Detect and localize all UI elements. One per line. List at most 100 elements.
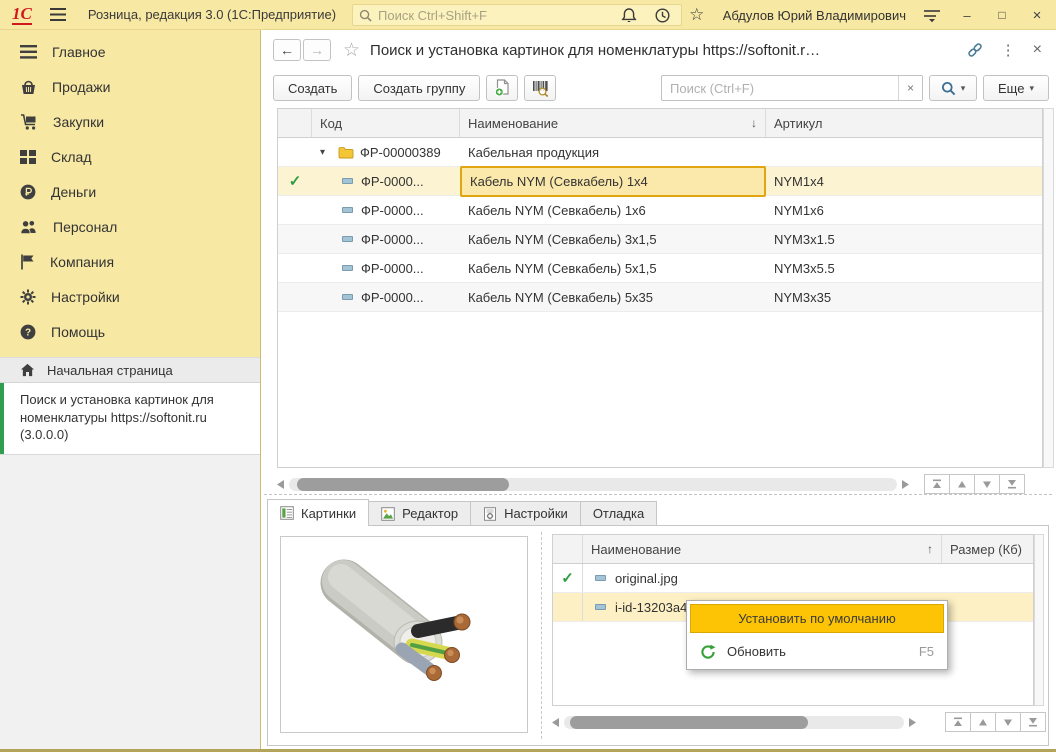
catalog-horizontal-scrollbar[interactable] <box>277 474 1043 494</box>
maximize-button[interactable]: □ <box>993 8 1011 22</box>
name-column-header[interactable]: Наименование ↓ <box>460 109 766 137</box>
name-column-header[interactable]: Наименование ↑ <box>583 535 941 563</box>
favorites-star-icon[interactable]: ☆ <box>688 5 706 25</box>
go-first-button[interactable] <box>945 712 971 732</box>
go-down-button[interactable] <box>974 474 1000 494</box>
list-search-field[interactable]: × <box>661 75 923 101</box>
history-icon[interactable] <box>654 7 671 24</box>
current-user[interactable]: Абдулов Юрий Владимирович <box>723 8 906 23</box>
vertical-splitter[interactable] <box>541 532 542 739</box>
menu-icon <box>20 45 37 59</box>
back-button[interactable]: ← <box>273 39 301 61</box>
check-icon: ✓ <box>561 571 574 586</box>
open-window-item[interactable]: Поиск и установка картинок для номенклат… <box>0 383 260 454</box>
scroll-right-icon[interactable] <box>902 480 909 489</box>
tab-debug[interactable]: Отладка <box>580 501 657 526</box>
close-form-button[interactable]: × <box>1033 41 1042 59</box>
item-icon <box>342 178 353 184</box>
scroll-left-icon[interactable] <box>552 718 559 727</box>
refresh-icon <box>700 644 716 660</box>
sidebar-item-sklad[interactable]: Склад <box>0 139 260 174</box>
code-column-header[interactable]: Код <box>312 109 460 137</box>
sort-desc-icon: ↓ <box>751 116 757 130</box>
create-group-button[interactable]: Создать группу <box>358 75 480 101</box>
sidebar-item-kompaniya[interactable]: Компания <box>0 244 260 279</box>
add-file-button[interactable] <box>486 75 518 101</box>
images-table-header: Наименование ↑ Размер (Кб) <box>553 535 1033 564</box>
scroll-left-icon[interactable] <box>277 480 284 489</box>
catalog-row[interactable]: ФР-0000... Кабель NYM (Севкабель) 5x35 N… <box>278 283 1042 312</box>
create-button[interactable]: Создать <box>273 75 352 101</box>
scrollbar-track[interactable] <box>289 478 897 491</box>
catalog-group-row[interactable]: ▾ ФР-00000389 Кабельная продукция <box>278 138 1042 167</box>
caret-down-icon: ▾ <box>1029 83 1034 94</box>
go-down-button[interactable] <box>995 712 1021 732</box>
sidebar-item-prodazhi[interactable]: Продажи <box>0 69 260 104</box>
tab-settings[interactable]: Настройки <box>470 501 581 526</box>
folder-icon <box>338 146 354 159</box>
sidebar-item-dengi[interactable]: Деньги <box>0 174 260 209</box>
size-column-header[interactable]: Размер (Кб) <box>941 535 1033 563</box>
clear-search-button[interactable]: × <box>898 76 922 100</box>
main-menu-icon[interactable] <box>50 8 66 21</box>
menu-item-refresh[interactable]: Обновить F5 <box>690 637 944 666</box>
minimize-button[interactable]: – <box>958 8 976 23</box>
catalog-vertical-scrollbar[interactable] <box>1043 108 1054 468</box>
go-up-button[interactable] <box>949 474 975 494</box>
status-column-header[interactable] <box>278 109 312 137</box>
scrollbar-track[interactable] <box>564 716 904 729</box>
section-menu: Главное Продажи Закупки Склад Деньги Пер… <box>0 30 260 357</box>
catalog-row[interactable]: ФР-0000... Кабель NYM (Севкабель) 3x1,5 … <box>278 225 1042 254</box>
catalog-row[interactable]: ФР-0000... Кабель NYM (Севкабель) 5x1,5 … <box>278 254 1042 283</box>
search-icon <box>941 81 956 96</box>
more-button[interactable]: Еще ▾ <box>983 75 1049 101</box>
sidebar-item-personal[interactable]: Персонал <box>0 209 260 244</box>
barcode-search-button[interactable] <box>524 75 556 101</box>
favorite-star-icon[interactable]: ☆ <box>343 41 360 60</box>
forward-button[interactable]: → <box>303 39 331 61</box>
home-icon <box>20 363 35 377</box>
image-row[interactable]: ✓ original.jpg <box>553 564 1033 593</box>
service-menu-icon[interactable] <box>923 8 941 23</box>
images-vertical-scrollbar[interactable] <box>1034 534 1044 706</box>
go-first-button[interactable] <box>924 474 950 494</box>
sidebar-item-nastroyki[interactable]: Настройки <box>0 279 260 314</box>
sidebar-item-zakupki[interactable]: Закупки <box>0 104 260 139</box>
item-icon <box>342 207 353 213</box>
svg-text:?: ? <box>25 327 31 338</box>
catalog-row-selected[interactable]: ✓ ФР-0000... Кабель NYM (Севкабель) 1x4 … <box>278 167 1042 196</box>
catalog-row[interactable]: ФР-0000... Кабель NYM (Севкабель) 1x6 NY… <box>278 196 1042 225</box>
caret-down-icon: ▾ <box>961 83 966 94</box>
open-windows-list: Поиск и установка картинок для номенклат… <box>0 383 260 455</box>
scrollbar-thumb[interactable] <box>570 716 808 729</box>
panel-splitter[interactable] <box>264 494 1052 495</box>
images-horizontal-scrollbar[interactable] <box>552 712 924 732</box>
add-file-icon <box>494 79 510 97</box>
go-last-button[interactable] <box>1020 712 1046 732</box>
check-icon: ✓ <box>289 174 302 189</box>
tab-pictures[interactable]: Картинки <box>267 499 369 526</box>
link-icon[interactable] <box>966 41 984 59</box>
image-tab-icon <box>381 507 395 521</box>
home-page-row[interactable]: Начальная страница <box>0 357 260 383</box>
collapse-caret-icon[interactable]: ▾ <box>320 147 332 158</box>
form-header: ← → ☆ Поиск и установка картинок для ном… <box>261 30 1056 70</box>
tab-editor[interactable]: Редактор <box>368 501 471 526</box>
sidebar-item-pomosch[interactable]: ? Помощь <box>0 314 260 349</box>
selected-name-cell[interactable]: Кабель NYM (Севкабель) 1x4 <box>460 166 766 197</box>
item-icon <box>595 604 606 610</box>
search-dropdown-button[interactable]: ▾ <box>929 75 977 101</box>
go-up-button[interactable] <box>970 712 996 732</box>
menu-item-set-default[interactable]: Установить по умолчанию <box>690 604 944 633</box>
notifications-bell-icon[interactable] <box>621 7 637 24</box>
go-last-button[interactable] <box>999 474 1025 494</box>
close-window-button[interactable]: × <box>1028 7 1046 24</box>
scroll-right-icon[interactable] <box>909 718 916 727</box>
sidebar-item-glavnoe[interactable]: Главное <box>0 34 260 69</box>
status-column-header[interactable] <box>553 535 583 563</box>
list-search-input[interactable] <box>662 81 898 96</box>
more-menu-dots-icon[interactable]: ⋮ <box>1001 41 1016 59</box>
article-column-header[interactable]: Артикул <box>766 109 1042 137</box>
logo-1c: 1С <box>12 5 32 25</box>
scrollbar-thumb[interactable] <box>297 478 509 491</box>
